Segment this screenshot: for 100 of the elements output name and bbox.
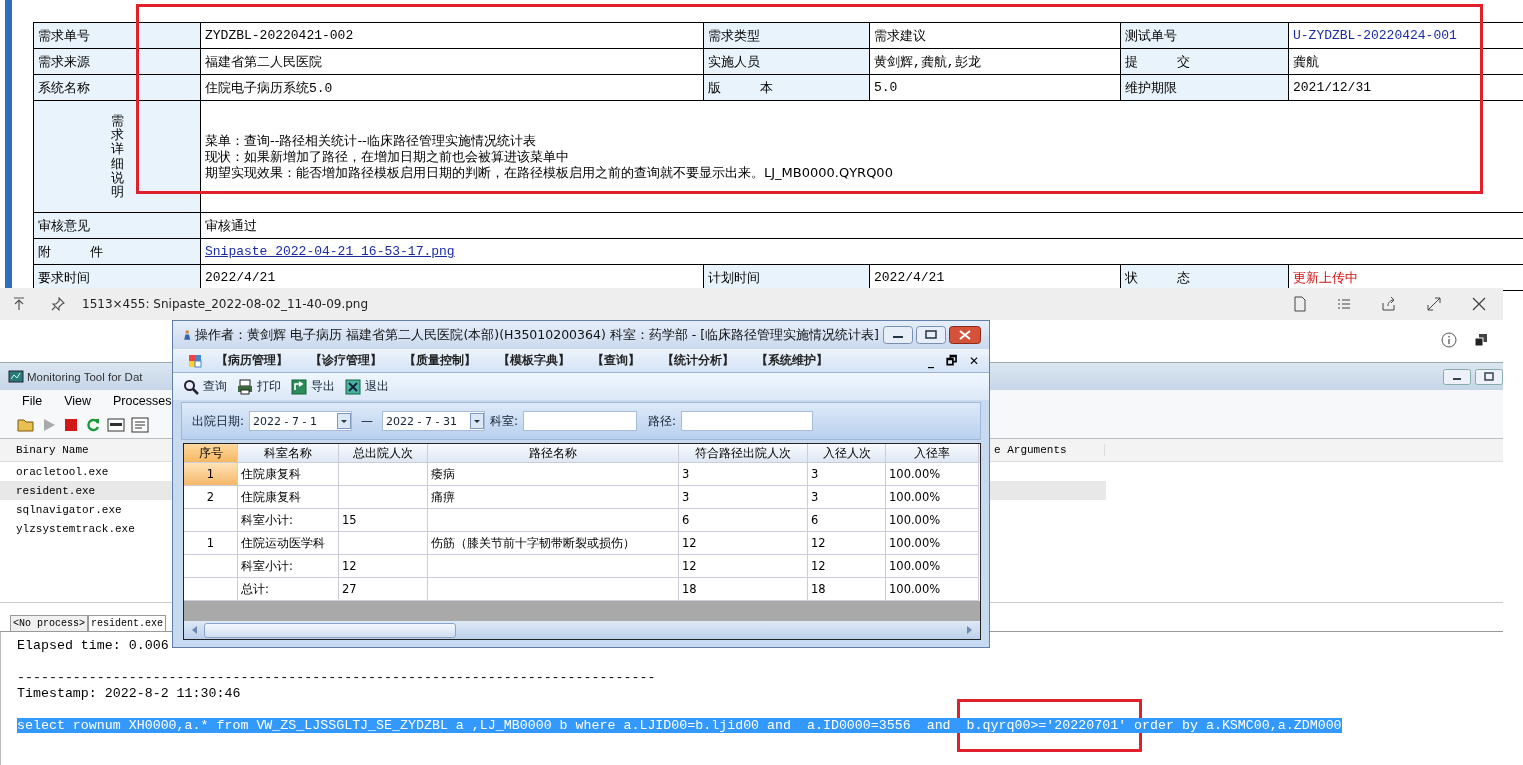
field-value: 住院电子病历系统5.0 bbox=[205, 79, 333, 97]
status-value: 更新上传中 bbox=[1293, 268, 1358, 287]
field-value: ZYDZBL-20220421-002 bbox=[205, 28, 354, 43]
field-value: 审核通过 bbox=[205, 217, 257, 235]
toolbar-button[interactable]: 导出 bbox=[291, 378, 335, 395]
column-header: Binary Name bbox=[15, 444, 90, 456]
process-row[interactable]: ylzsystemtrack.exe bbox=[0, 519, 172, 538]
menu-item[interactable]: View bbox=[64, 394, 92, 408]
pin-top-icon[interactable] bbox=[12, 297, 26, 311]
description-line: 菜单：查询--路径相关统计--临床路径管理实施情况统计表 bbox=[205, 132, 536, 149]
stop-icon[interactable] bbox=[63, 417, 79, 433]
process-row[interactable]: oracletool.exe bbox=[0, 462, 172, 481]
ticket-link[interactable]: U-ZYDZBL-20220424-001 bbox=[1293, 28, 1457, 43]
menu-item[interactable]: 【诊疗管理】 bbox=[310, 352, 382, 369]
minimize-icon[interactable] bbox=[883, 326, 913, 344]
table-cell: 3 bbox=[679, 463, 808, 486]
column-header: 符合路径出院人次 bbox=[679, 444, 808, 463]
field-value: 5.0 bbox=[874, 80, 898, 95]
close-icon[interactable] bbox=[949, 326, 981, 344]
table-cell: 科室小计: bbox=[238, 509, 339, 532]
scrollbar[interactable] bbox=[184, 621, 980, 639]
table-cell: 100.00% bbox=[886, 463, 979, 486]
refresh-icon[interactable] bbox=[85, 417, 101, 433]
table-cell: 痿病 bbox=[428, 463, 679, 486]
table-cell: 6 bbox=[808, 509, 886, 532]
close-icon[interactable] bbox=[1471, 296, 1487, 312]
field-value: 2021/12/31 bbox=[1293, 80, 1371, 95]
field-label: 出院日期: bbox=[192, 412, 245, 430]
menu-item[interactable]: 【模板字典】 bbox=[498, 352, 570, 369]
table-cell: 痛痹 bbox=[428, 486, 679, 509]
process-row[interactable]: sqlnavigator.exe bbox=[0, 500, 172, 519]
window-icon[interactable] bbox=[107, 417, 125, 433]
info-icon[interactable] bbox=[1441, 332, 1457, 348]
window-title: 操作者：黄剑辉 电子病历 福建省第二人民医院(本部)(H35010200364) 科室：药学部 - [临床路径管理实施情况统计表] bbox=[195, 326, 879, 344]
field-label: 计划时间 bbox=[704, 265, 870, 291]
date-field[interactable]: 2022 - 7 - 31 bbox=[382, 411, 486, 431]
menu-item[interactable]: 【统计分析】 bbox=[662, 352, 734, 369]
window-control[interactable]: _ bbox=[927, 353, 934, 368]
table-cell: 住院康复科 bbox=[238, 463, 339, 486]
menu-item[interactable]: 【病历管理】 bbox=[216, 352, 288, 369]
expand-icon[interactable] bbox=[1426, 296, 1442, 312]
table-cell: 3 bbox=[808, 486, 886, 509]
field-label: 科室: bbox=[490, 412, 519, 430]
field-value: 福建省第二人民医院 bbox=[205, 53, 322, 71]
share-icon[interactable] bbox=[1381, 296, 1397, 312]
document-icon[interactable] bbox=[1293, 296, 1307, 312]
export-icon bbox=[291, 378, 307, 395]
field-label: 状 态 bbox=[1121, 265, 1289, 291]
copy-icon[interactable] bbox=[1473, 332, 1489, 348]
column-header: 序号 bbox=[184, 444, 238, 463]
table-cell: 100.00% bbox=[886, 555, 979, 578]
pin-icon[interactable] bbox=[50, 296, 66, 312]
tab[interactable]: <No process> bbox=[10, 615, 88, 631]
maximize-icon[interactable] bbox=[916, 326, 946, 344]
column-header: 路径名称 bbox=[428, 444, 679, 463]
path-field[interactable] bbox=[681, 411, 814, 431]
tab[interactable]: resident.exe bbox=[88, 615, 167, 631]
search-icon bbox=[183, 378, 199, 395]
scroll-thumb[interactable] bbox=[204, 622, 456, 638]
minimize-icon[interactable] bbox=[1443, 368, 1471, 385]
window-control[interactable]: ✕ bbox=[968, 353, 979, 368]
menu-item[interactable]: 【系统维护】 bbox=[756, 352, 828, 369]
column-header: 科室名称 bbox=[238, 444, 339, 463]
field-label: 路径: bbox=[648, 412, 677, 430]
log-window-icon[interactable] bbox=[131, 417, 149, 433]
field-label: 版 本 bbox=[704, 75, 870, 101]
menu-item[interactable]: 【查询】 bbox=[592, 352, 640, 369]
date-field[interactable]: 2022 - 7 - 1 bbox=[249, 411, 353, 431]
process-row[interactable]: resident.exe bbox=[0, 481, 172, 500]
field-label: 维护期限 bbox=[1121, 75, 1289, 101]
menu-item[interactable]: Processes bbox=[113, 394, 172, 408]
attachment-link[interactable]: Snipaste_2022-04-21_16-53-17.png bbox=[205, 244, 455, 259]
range-separator: — bbox=[361, 414, 374, 428]
field-value: 黄剑辉,龚航,彭龙 bbox=[874, 53, 981, 71]
toolbar-button[interactable]: 查询 bbox=[183, 378, 227, 395]
maximize-icon[interactable] bbox=[1475, 368, 1503, 385]
menu-item[interactable]: File bbox=[22, 394, 43, 408]
dropdown-icon[interactable] bbox=[470, 413, 485, 429]
table-cell: 12 bbox=[339, 555, 428, 578]
column-header: 总出院人次 bbox=[339, 444, 428, 463]
log-line: Timestamp: 2022-8-2 11:30:46 bbox=[17, 686, 241, 701]
field-label: 需求来源 bbox=[34, 49, 201, 75]
field-label: 要求时间 bbox=[34, 265, 201, 291]
toolbar-button[interactable]: 打印 bbox=[237, 378, 281, 395]
folder-icon[interactable] bbox=[17, 417, 35, 433]
table-cell: 住院康复科 bbox=[238, 486, 339, 509]
arrow-left-icon[interactable] bbox=[190, 625, 200, 635]
toolbar-button[interactable]: 退出 bbox=[345, 378, 389, 395]
arrow-right-icon[interactable] bbox=[964, 625, 974, 635]
field-value: 2022/4/21 bbox=[874, 270, 945, 285]
department-field[interactable] bbox=[523, 411, 638, 431]
menu-item[interactable]: 【质量控制】 bbox=[404, 352, 476, 369]
table-cell: 3 bbox=[679, 486, 808, 509]
table-cell: 伤筋（膝关节前十字韧带断裂或损伤） bbox=[428, 532, 679, 555]
table-cell: 12 bbox=[679, 532, 808, 555]
dropdown-icon[interactable] bbox=[337, 413, 352, 429]
window-control[interactable]: 🗗 bbox=[945, 353, 957, 368]
description-line: 现状：如果新增加了路径，在增加日期之前也会被算进该菜单中 bbox=[205, 148, 569, 165]
column-header: 入径率 bbox=[886, 444, 979, 463]
table-cell: 100.00% bbox=[886, 532, 979, 555]
